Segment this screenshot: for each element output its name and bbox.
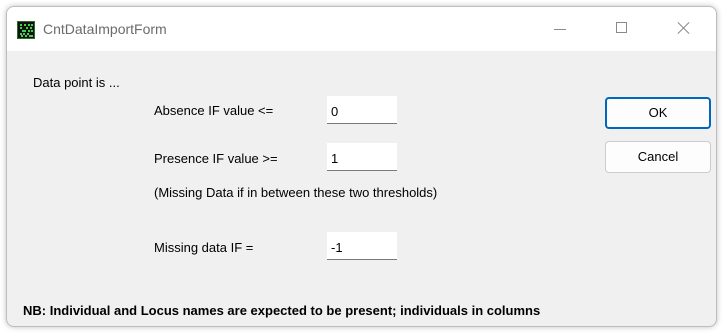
cancel-button[interactable]: Cancel [605, 141, 711, 173]
maximize-icon [616, 22, 627, 33]
title-bar[interactable]: CntDataImportForm [7, 7, 716, 51]
ok-button[interactable]: OK [605, 97, 711, 129]
close-button[interactable] [661, 7, 707, 51]
app-icon [17, 21, 35, 39]
close-icon [677, 21, 691, 35]
window-title: CntDataImportForm [43, 21, 167, 37]
absence-label: Absence IF value <= [154, 103, 274, 118]
minimize-icon [554, 29, 566, 30]
absence-threshold-field[interactable] [327, 96, 397, 124]
minimize-button[interactable] [537, 7, 583, 51]
form-heading: Data point is ... [33, 75, 120, 90]
maximize-button[interactable] [599, 7, 645, 51]
nb-note: NB: Individual and Locus names are expec… [23, 303, 541, 318]
presence-threshold-field[interactable] [327, 143, 397, 171]
missing-data-label: Missing data IF = [154, 240, 254, 255]
dialog-window: CntDataImportForm Data point is ... Abse… [6, 6, 717, 327]
presence-label: Presence IF value >= [154, 151, 278, 166]
missing-data-hint: (Missing Data if in between these two th… [154, 185, 438, 200]
missing-data-field[interactable] [327, 232, 397, 260]
